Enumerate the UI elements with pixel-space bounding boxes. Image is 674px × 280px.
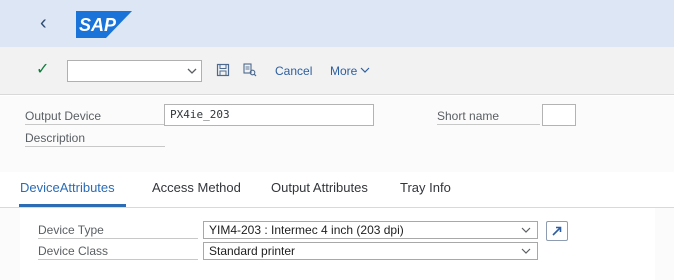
label-underline bbox=[38, 259, 198, 260]
label-underline bbox=[25, 124, 165, 125]
description-label: Description bbox=[25, 131, 86, 145]
tab-output-attributes[interactable]: Output Attributes bbox=[271, 180, 368, 196]
toolbar: ✓ Cancel More bbox=[0, 47, 674, 95]
active-tab-indicator bbox=[19, 204, 126, 207]
display-object-icon[interactable] bbox=[243, 63, 257, 77]
shell-bar: ‹ SAP bbox=[0, 0, 674, 47]
chevron-down-icon[interactable] bbox=[521, 226, 531, 234]
label-underline bbox=[25, 146, 165, 147]
save-icon[interactable] bbox=[216, 63, 230, 77]
check-icon[interactable]: ✓ bbox=[36, 61, 49, 79]
short-name-field[interactable] bbox=[542, 104, 576, 126]
sap-logo: SAP bbox=[76, 11, 132, 38]
more-label: More bbox=[330, 64, 358, 78]
tab-tray-info[interactable]: Tray Info bbox=[400, 180, 451, 196]
tab-device-attributes[interactable]: DeviceAttributes bbox=[20, 180, 115, 196]
device-type-value: YIM4-203 : Intermec 4 inch (203 dpi) bbox=[209, 223, 404, 237]
command-input[interactable] bbox=[68, 61, 180, 81]
more-menu-button[interactable]: More bbox=[330, 64, 370, 78]
value-help-button[interactable] bbox=[546, 221, 568, 241]
chevron-down-icon[interactable] bbox=[186, 64, 198, 78]
cancel-button[interactable]: Cancel bbox=[275, 64, 312, 78]
short-name-label: Short name bbox=[437, 109, 500, 123]
command-field[interactable] bbox=[67, 60, 202, 82]
back-icon[interactable]: ‹ bbox=[40, 11, 60, 35]
output-device-field[interactable]: PX4ie_203 bbox=[164, 104, 374, 126]
device-class-value: Standard printer bbox=[209, 244, 296, 258]
label-underline bbox=[38, 238, 198, 239]
tab-access-method[interactable]: Access Method bbox=[152, 180, 241, 196]
device-type-dropdown[interactable]: YIM4-203 : Intermec 4 inch (203 dpi) bbox=[203, 221, 538, 239]
arrow-up-right-icon bbox=[552, 226, 562, 236]
chevron-down-icon bbox=[360, 67, 370, 73]
tab-bar: DeviceAttributes Access Method Output At… bbox=[0, 172, 674, 208]
output-device-label: Output Device bbox=[25, 109, 102, 123]
chevron-down-icon[interactable] bbox=[521, 247, 531, 255]
device-type-label: Device Type bbox=[38, 223, 104, 237]
device-class-label: Device Class bbox=[38, 244, 109, 258]
svg-text:SAP: SAP bbox=[79, 15, 117, 35]
label-underline bbox=[437, 124, 540, 125]
device-class-dropdown[interactable]: Standard printer bbox=[203, 242, 538, 260]
